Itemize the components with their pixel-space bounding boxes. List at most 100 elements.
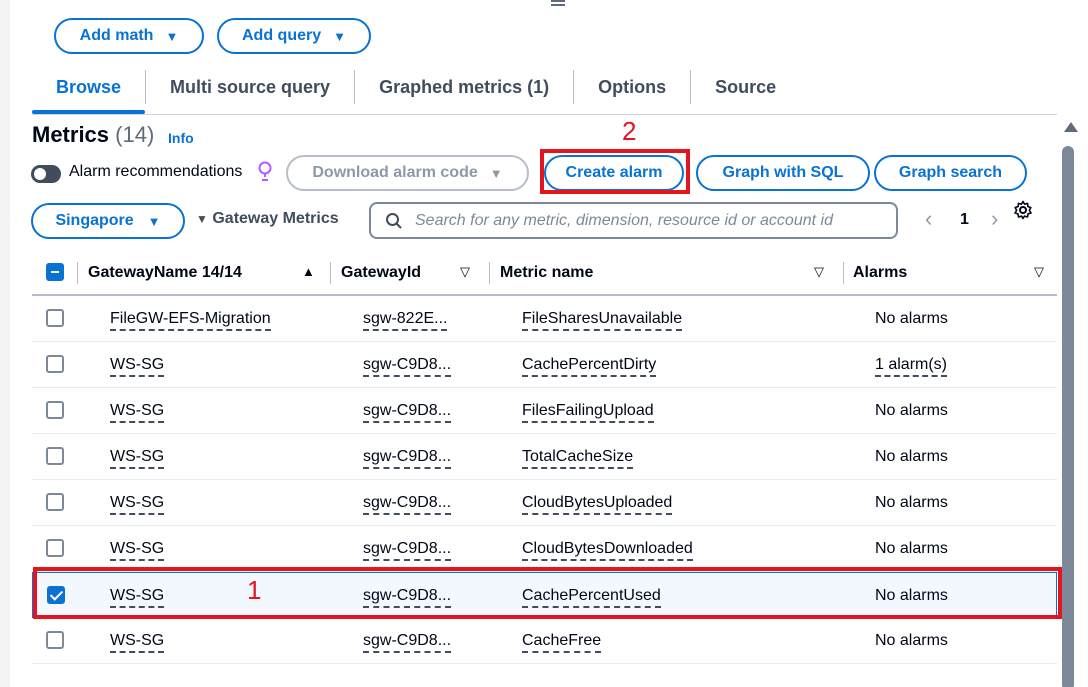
row-checkbox[interactable] (46, 539, 64, 557)
namespace-label: Gateway Metrics (212, 210, 339, 227)
table-row[interactable]: FileGW-EFS-Migration sgw-822E... FileSha… (32, 296, 1057, 342)
gateway-name-cell[interactable]: FileGW-EFS-Migration (110, 310, 271, 331)
row-checkbox[interactable] (46, 309, 64, 327)
sort-icon[interactable]: ▽ (814, 264, 824, 280)
row-checkbox[interactable] (46, 631, 64, 649)
tab-browse[interactable]: Browse (32, 64, 146, 114)
row-checkbox[interactable] (46, 355, 64, 373)
table-row[interactable]: WS-SG sgw-C9D8... FilesFailingUpload No … (32, 388, 1057, 434)
gear-icon[interactable] (1013, 200, 1033, 220)
metrics-title: Metrics (32, 122, 110, 147)
chevron-right-icon[interactable]: › (991, 206, 998, 232)
table-row[interactable]: WS-SG sgw-C9D8... TotalCacheSize No alar… (32, 434, 1057, 480)
metric-name-cell[interactable]: FilesFailingUpload (522, 402, 654, 423)
column-divider (77, 262, 78, 284)
tab-bar: Browse Multi source query Graphed metric… (32, 64, 800, 114)
scrollbar[interactable] (1060, 120, 1082, 687)
region-selector[interactable]: Singapore ▼ (31, 203, 185, 239)
alarm-recommendations-label: Alarm recommendations (69, 163, 243, 180)
metric-name-cell[interactable]: TotalCacheSize (522, 448, 634, 469)
metric-name-cell[interactable]: FileSharesUnavailable (522, 310, 683, 331)
graph-with-sql-button[interactable]: Graph with SQL (696, 155, 870, 191)
column-divider (843, 262, 844, 284)
gateway-id-cell[interactable]: sgw-822E... (363, 310, 448, 331)
sort-ascending-icon[interactable]: ▲ (302, 264, 315, 279)
gateway-id-cell[interactable]: sgw-C9D8... (363, 632, 452, 653)
lightbulb-icon (258, 161, 272, 181)
alarms-cell: No alarms (875, 402, 948, 419)
sort-icon[interactable]: ▽ (460, 264, 470, 280)
row-checkbox[interactable] (46, 447, 64, 465)
resize-handle-icon[interactable] (551, 0, 565, 8)
column-header-alarms[interactable]: Alarms (853, 264, 907, 282)
gateway-id-cell[interactable]: sgw-C9D8... (363, 356, 452, 377)
graph-search-button[interactable]: Graph search (874, 155, 1027, 191)
gateway-name-cell[interactable]: WS-SG (110, 402, 165, 423)
alarms-cell: No alarms (875, 448, 948, 465)
gateway-name-cell[interactable]: WS-SG (110, 632, 165, 653)
download-alarm-code-label: Download alarm code (312, 164, 478, 181)
metrics-heading: Metrics (14) (32, 122, 154, 148)
gateway-id-cell[interactable]: sgw-C9D8... (363, 494, 452, 515)
column-divider (330, 262, 331, 284)
annotation-number-2: 2 (622, 116, 637, 146)
caret-down-icon: ▼ (147, 213, 161, 229)
region-label: Singapore (55, 212, 134, 229)
alarms-link[interactable]: 1 alarm(s) (875, 356, 948, 377)
add-query-button[interactable]: Add query ▼ (217, 18, 371, 54)
alarms-cell: No alarms (875, 310, 948, 327)
row-checkbox[interactable] (46, 401, 64, 419)
search-input[interactable] (415, 211, 885, 230)
column-header-gatewayname[interactable]: GatewayName 14/14 (88, 264, 242, 282)
add-math-button[interactable]: Add math ▼ (54, 18, 204, 54)
scroll-thumb[interactable] (1062, 146, 1074, 687)
tab-source[interactable]: Source (691, 64, 800, 110)
gateway-name-cell[interactable]: WS-SG (110, 494, 165, 515)
download-alarm-code-button[interactable]: Download alarm code ▼ (286, 155, 529, 191)
info-link[interactable]: Info (168, 130, 194, 146)
tabs-divider (32, 114, 1057, 115)
metric-name-cell[interactable]: CloudBytesUploaded (522, 494, 673, 515)
table-row[interactable]: WS-SG sgw-C9D8... CloudBytesUploaded No … (32, 480, 1057, 526)
column-divider (489, 262, 490, 284)
caret-down-icon: ▼ (333, 28, 346, 44)
left-gutter (0, 0, 10, 687)
gateway-id-cell[interactable]: sgw-C9D8... (363, 448, 452, 469)
caret-down-icon: ▼ (165, 28, 179, 44)
select-all-checkbox[interactable] (46, 263, 64, 281)
metrics-browser-panel: Add math ▼ Add query ▼ Browse Multi sour… (0, 0, 1088, 687)
metric-name-cell[interactable]: CacheFree (522, 632, 602, 653)
metric-name-cell[interactable]: CachePercentDirty (522, 356, 657, 377)
alarms-cell: No alarms (875, 540, 948, 557)
alarm-recommendations-toggle[interactable] (31, 165, 61, 183)
gateway-name-cell[interactable]: WS-SG (110, 356, 165, 377)
column-header-gatewayid[interactable]: GatewayId (341, 264, 421, 282)
alarms-cell: No alarms (875, 632, 948, 649)
metric-name-cell[interactable]: CloudBytesDownloaded (522, 540, 693, 561)
create-alarm-highlight (540, 149, 690, 194)
tab-graphed-metrics[interactable]: Graphed metrics (1) (355, 64, 573, 110)
scroll-up-icon[interactable] (1064, 122, 1078, 132)
tab-multi-source-query[interactable]: Multi source query (146, 64, 354, 110)
sort-icon[interactable]: ▽ (1034, 264, 1044, 280)
table-row[interactable]: WS-SG sgw-C9D8... CloudBytesDownloaded N… (32, 526, 1057, 572)
column-header-metric-name[interactable]: Metric name (500, 264, 593, 282)
gateway-id-cell[interactable]: sgw-C9D8... (363, 540, 452, 561)
caret-down-icon: ▼ (196, 212, 208, 226)
gateway-name-cell[interactable]: WS-SG (110, 448, 165, 469)
gateway-id-cell[interactable]: sgw-C9D8... (363, 402, 452, 423)
gateway-name-cell[interactable]: WS-SG (110, 540, 165, 561)
graph-with-sql-label: Graph with SQL (722, 164, 844, 181)
annotation-number-1: 1 (247, 575, 262, 605)
table-row[interactable]: WS-SG sgw-C9D8... CachePercentDirty 1 al… (32, 342, 1057, 388)
namespace-breadcrumb[interactable]: ▼ Gateway Metrics (196, 210, 339, 228)
table-row[interactable]: WS-SG sgw-C9D8... CacheFree No alarms (32, 618, 1057, 664)
page-number[interactable]: 1 (960, 211, 969, 229)
chevron-left-icon[interactable]: ‹ (925, 206, 932, 232)
row-checkbox[interactable] (46, 493, 64, 511)
add-math-label: Add math (79, 27, 154, 44)
tab-options[interactable]: Options (574, 64, 690, 110)
alarms-cell: No alarms (875, 494, 948, 511)
add-query-label: Add query (242, 27, 322, 44)
metrics-count: (14) (115, 122, 155, 147)
